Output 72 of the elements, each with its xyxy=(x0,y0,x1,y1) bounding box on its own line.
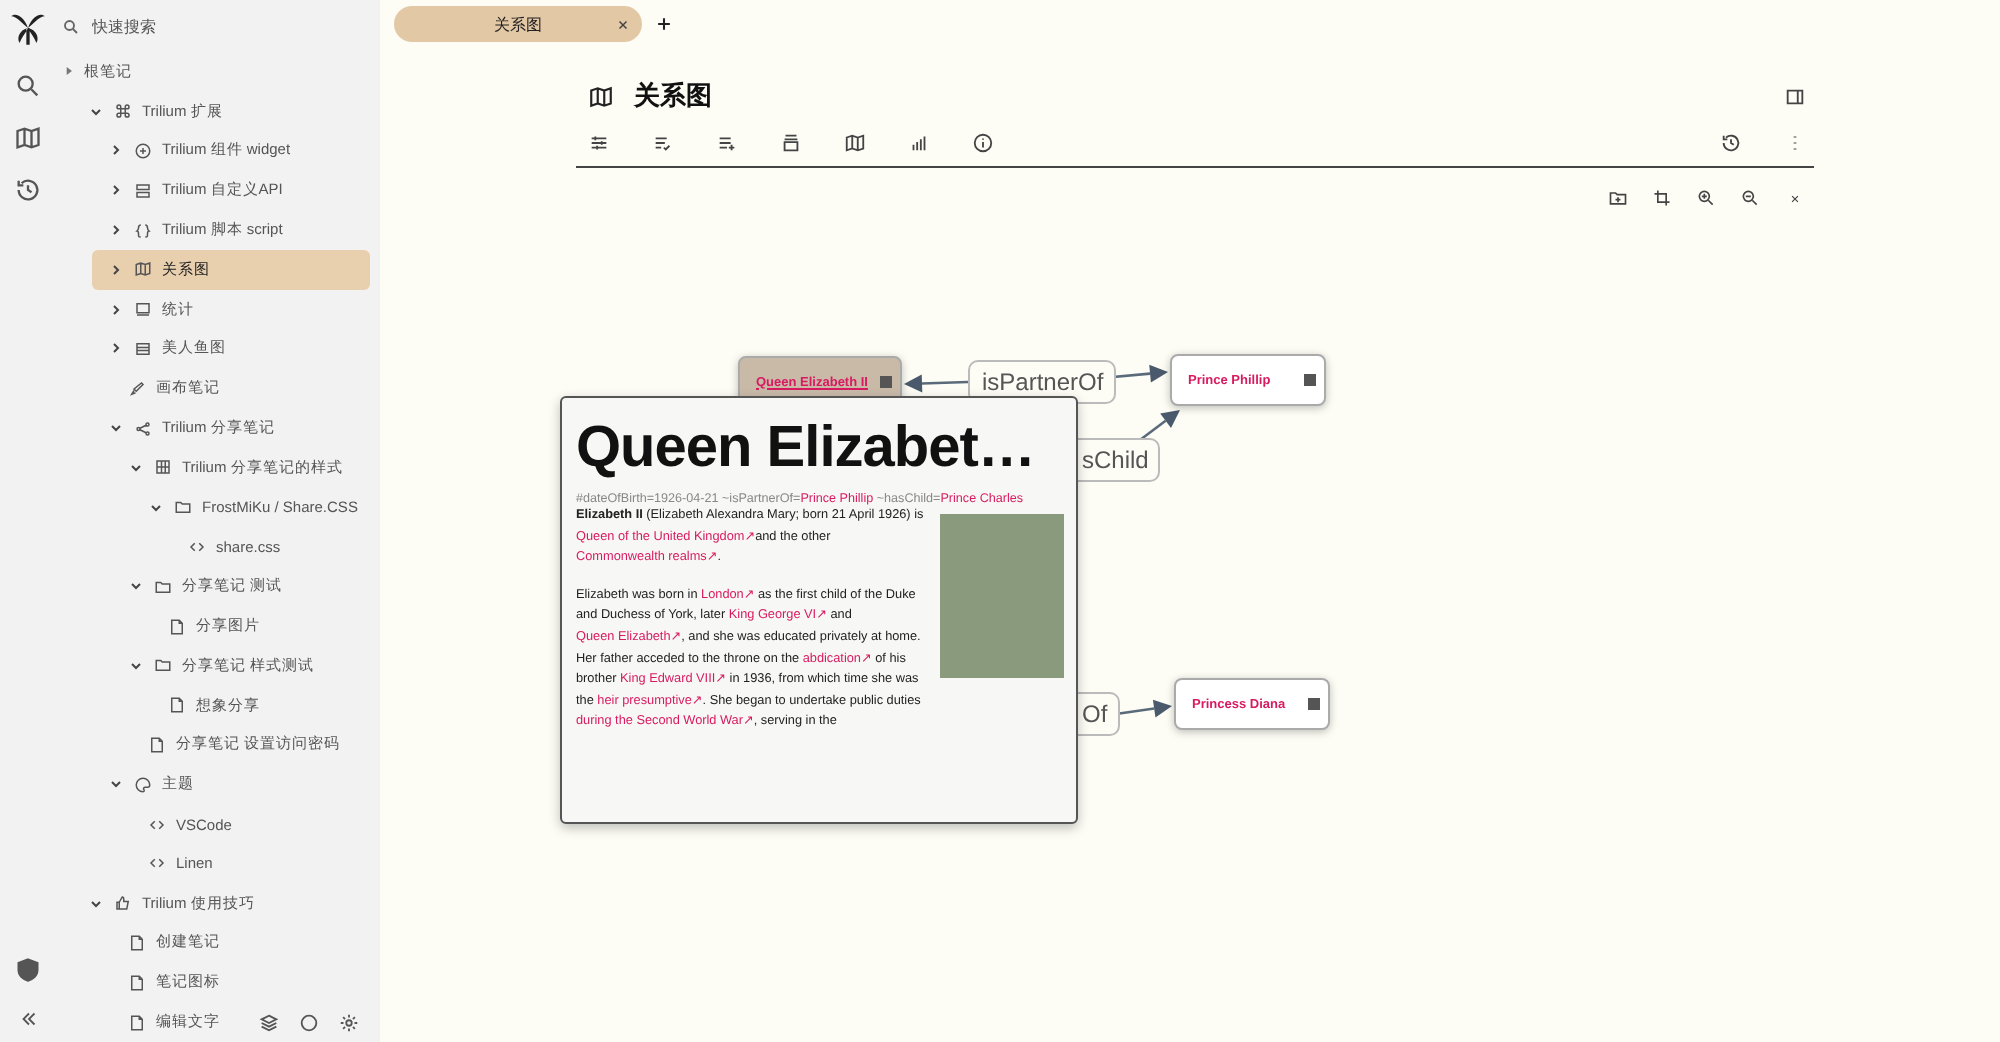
note-type-icon xyxy=(148,815,166,834)
crop-icon[interactable] xyxy=(1652,188,1672,208)
note-type-icon xyxy=(134,775,152,794)
note-title[interactable]: 关系图 xyxy=(634,78,712,114)
bar-chart-icon[interactable] xyxy=(908,131,930,153)
chevron-icon[interactable] xyxy=(88,103,104,120)
chevron-icon[interactable] xyxy=(108,776,124,793)
zoom-in-icon[interactable] xyxy=(1696,188,1716,208)
layers-icon[interactable] xyxy=(258,1012,280,1034)
note-type-icon xyxy=(134,419,152,438)
note-type-icon xyxy=(154,458,172,477)
note-type-icon xyxy=(134,260,152,279)
chevron-icon[interactable] xyxy=(108,142,124,159)
note-type-icon xyxy=(128,1013,146,1032)
plus-icon[interactable] xyxy=(654,14,674,34)
drag-handle-icon[interactable] xyxy=(1304,374,1316,386)
note-type-icon xyxy=(134,300,152,319)
chevron-icon[interactable] xyxy=(108,301,124,318)
search-icon xyxy=(62,17,80,35)
history-icon[interactable] xyxy=(14,176,42,204)
map-icon[interactable] xyxy=(844,131,866,153)
note-type-icon xyxy=(148,854,166,873)
note-type-icon xyxy=(168,696,186,715)
note-type-icon xyxy=(134,339,152,358)
note-type-icon xyxy=(174,498,192,517)
relation-arrow xyxy=(1139,410,1180,442)
note-type-icon xyxy=(134,141,152,160)
close-icon[interactable] xyxy=(616,17,630,31)
chevron-icon[interactable] xyxy=(108,340,124,357)
search-icon[interactable] xyxy=(14,72,42,100)
note-type-icon xyxy=(188,537,206,556)
chevron-icon[interactable] xyxy=(128,657,144,674)
caret-icon[interactable] xyxy=(62,64,76,79)
chevron-icon[interactable] xyxy=(88,895,104,912)
relation-arrow xyxy=(904,374,969,393)
note-type-icon xyxy=(114,894,132,913)
note-type-icon xyxy=(128,379,146,398)
sliders-icon[interactable] xyxy=(588,131,610,153)
preview-title: Queen Elizabet… xyxy=(576,414,1037,484)
note-type-icon xyxy=(134,181,152,200)
note-type-icon xyxy=(128,973,146,992)
collapse-icon[interactable] xyxy=(17,1008,39,1030)
note-type-icon xyxy=(154,656,172,675)
history-icon[interactable] xyxy=(1720,131,1742,153)
stack-icon[interactable] xyxy=(780,131,802,153)
shield-icon[interactable] xyxy=(14,956,42,984)
chevron-icon[interactable] xyxy=(108,261,124,278)
note-tab[interactable]: 关系图 xyxy=(394,6,642,42)
settings-icon[interactable] xyxy=(338,1012,360,1034)
note-type-icon xyxy=(114,102,132,121)
note-type-icon xyxy=(168,617,186,636)
info-icon[interactable] xyxy=(972,131,994,153)
note-type-icon xyxy=(128,933,146,952)
close-icon[interactable] xyxy=(1788,191,1802,205)
zoom-out-icon[interactable] xyxy=(1740,188,1760,208)
drag-handle-icon[interactable] xyxy=(880,376,892,388)
chevron-icon[interactable] xyxy=(108,182,124,199)
folder-plus-icon[interactable] xyxy=(1608,188,1628,208)
chevron-icon[interactable] xyxy=(128,578,144,595)
chevron-icon[interactable] xyxy=(128,459,144,476)
sidebar-panel-icon[interactable] xyxy=(1784,85,1806,107)
chevron-icon[interactable] xyxy=(148,499,164,516)
circle-icon[interactable] xyxy=(298,1012,320,1034)
note-type-icon xyxy=(134,221,152,240)
quick-search-field[interactable]: 快速搜索 xyxy=(92,17,272,35)
drag-handle-icon[interactable] xyxy=(1308,698,1320,710)
note-type-icon xyxy=(154,577,172,596)
chevron-icon[interactable] xyxy=(108,420,124,437)
map-icon[interactable] xyxy=(14,124,42,152)
chevron-icon[interactable] xyxy=(108,222,124,239)
note-type-icon xyxy=(148,735,166,754)
map-icon xyxy=(588,83,614,109)
